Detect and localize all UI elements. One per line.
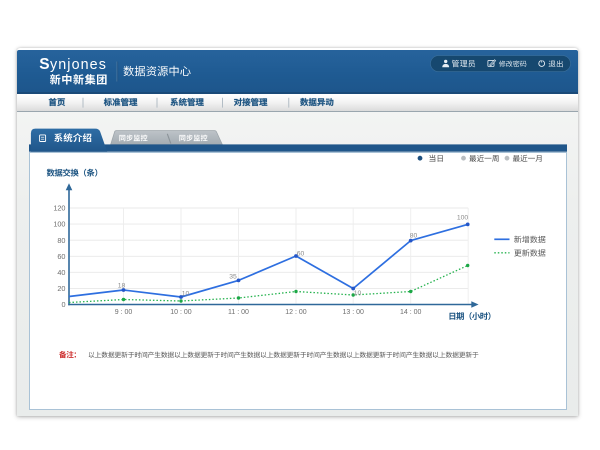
svg-text:100: 100 <box>53 220 65 229</box>
svg-text:60: 60 <box>297 250 305 257</box>
svg-text:ynjones: ynjones <box>50 57 107 73</box>
svg-text:35: 35 <box>229 273 237 280</box>
svg-text:40: 40 <box>57 268 65 277</box>
svg-text:80: 80 <box>410 232 418 239</box>
svg-text:11 : 00: 11 : 00 <box>228 309 249 316</box>
svg-text:10: 10 <box>354 290 362 297</box>
svg-text:60: 60 <box>57 252 65 261</box>
svg-text:10: 10 <box>182 290 190 297</box>
svg-text:10 : 00: 10 : 00 <box>170 309 192 316</box>
svg-text:9 : 00: 9 : 00 <box>115 309 133 316</box>
svg-text:0: 0 <box>61 300 65 309</box>
svg-text:14 : 00: 14 : 00 <box>400 309 422 316</box>
svg-text:13 : 00: 13 : 00 <box>342 309 364 316</box>
svg-text:100: 100 <box>457 214 469 221</box>
svg-text:18: 18 <box>118 282 126 289</box>
svg-text:12 : 00: 12 : 00 <box>285 309 307 316</box>
svg-text:20: 20 <box>57 284 65 293</box>
svg-text:80: 80 <box>57 236 65 245</box>
svg-text:S: S <box>39 56 49 73</box>
svg-text:120: 120 <box>53 204 65 213</box>
